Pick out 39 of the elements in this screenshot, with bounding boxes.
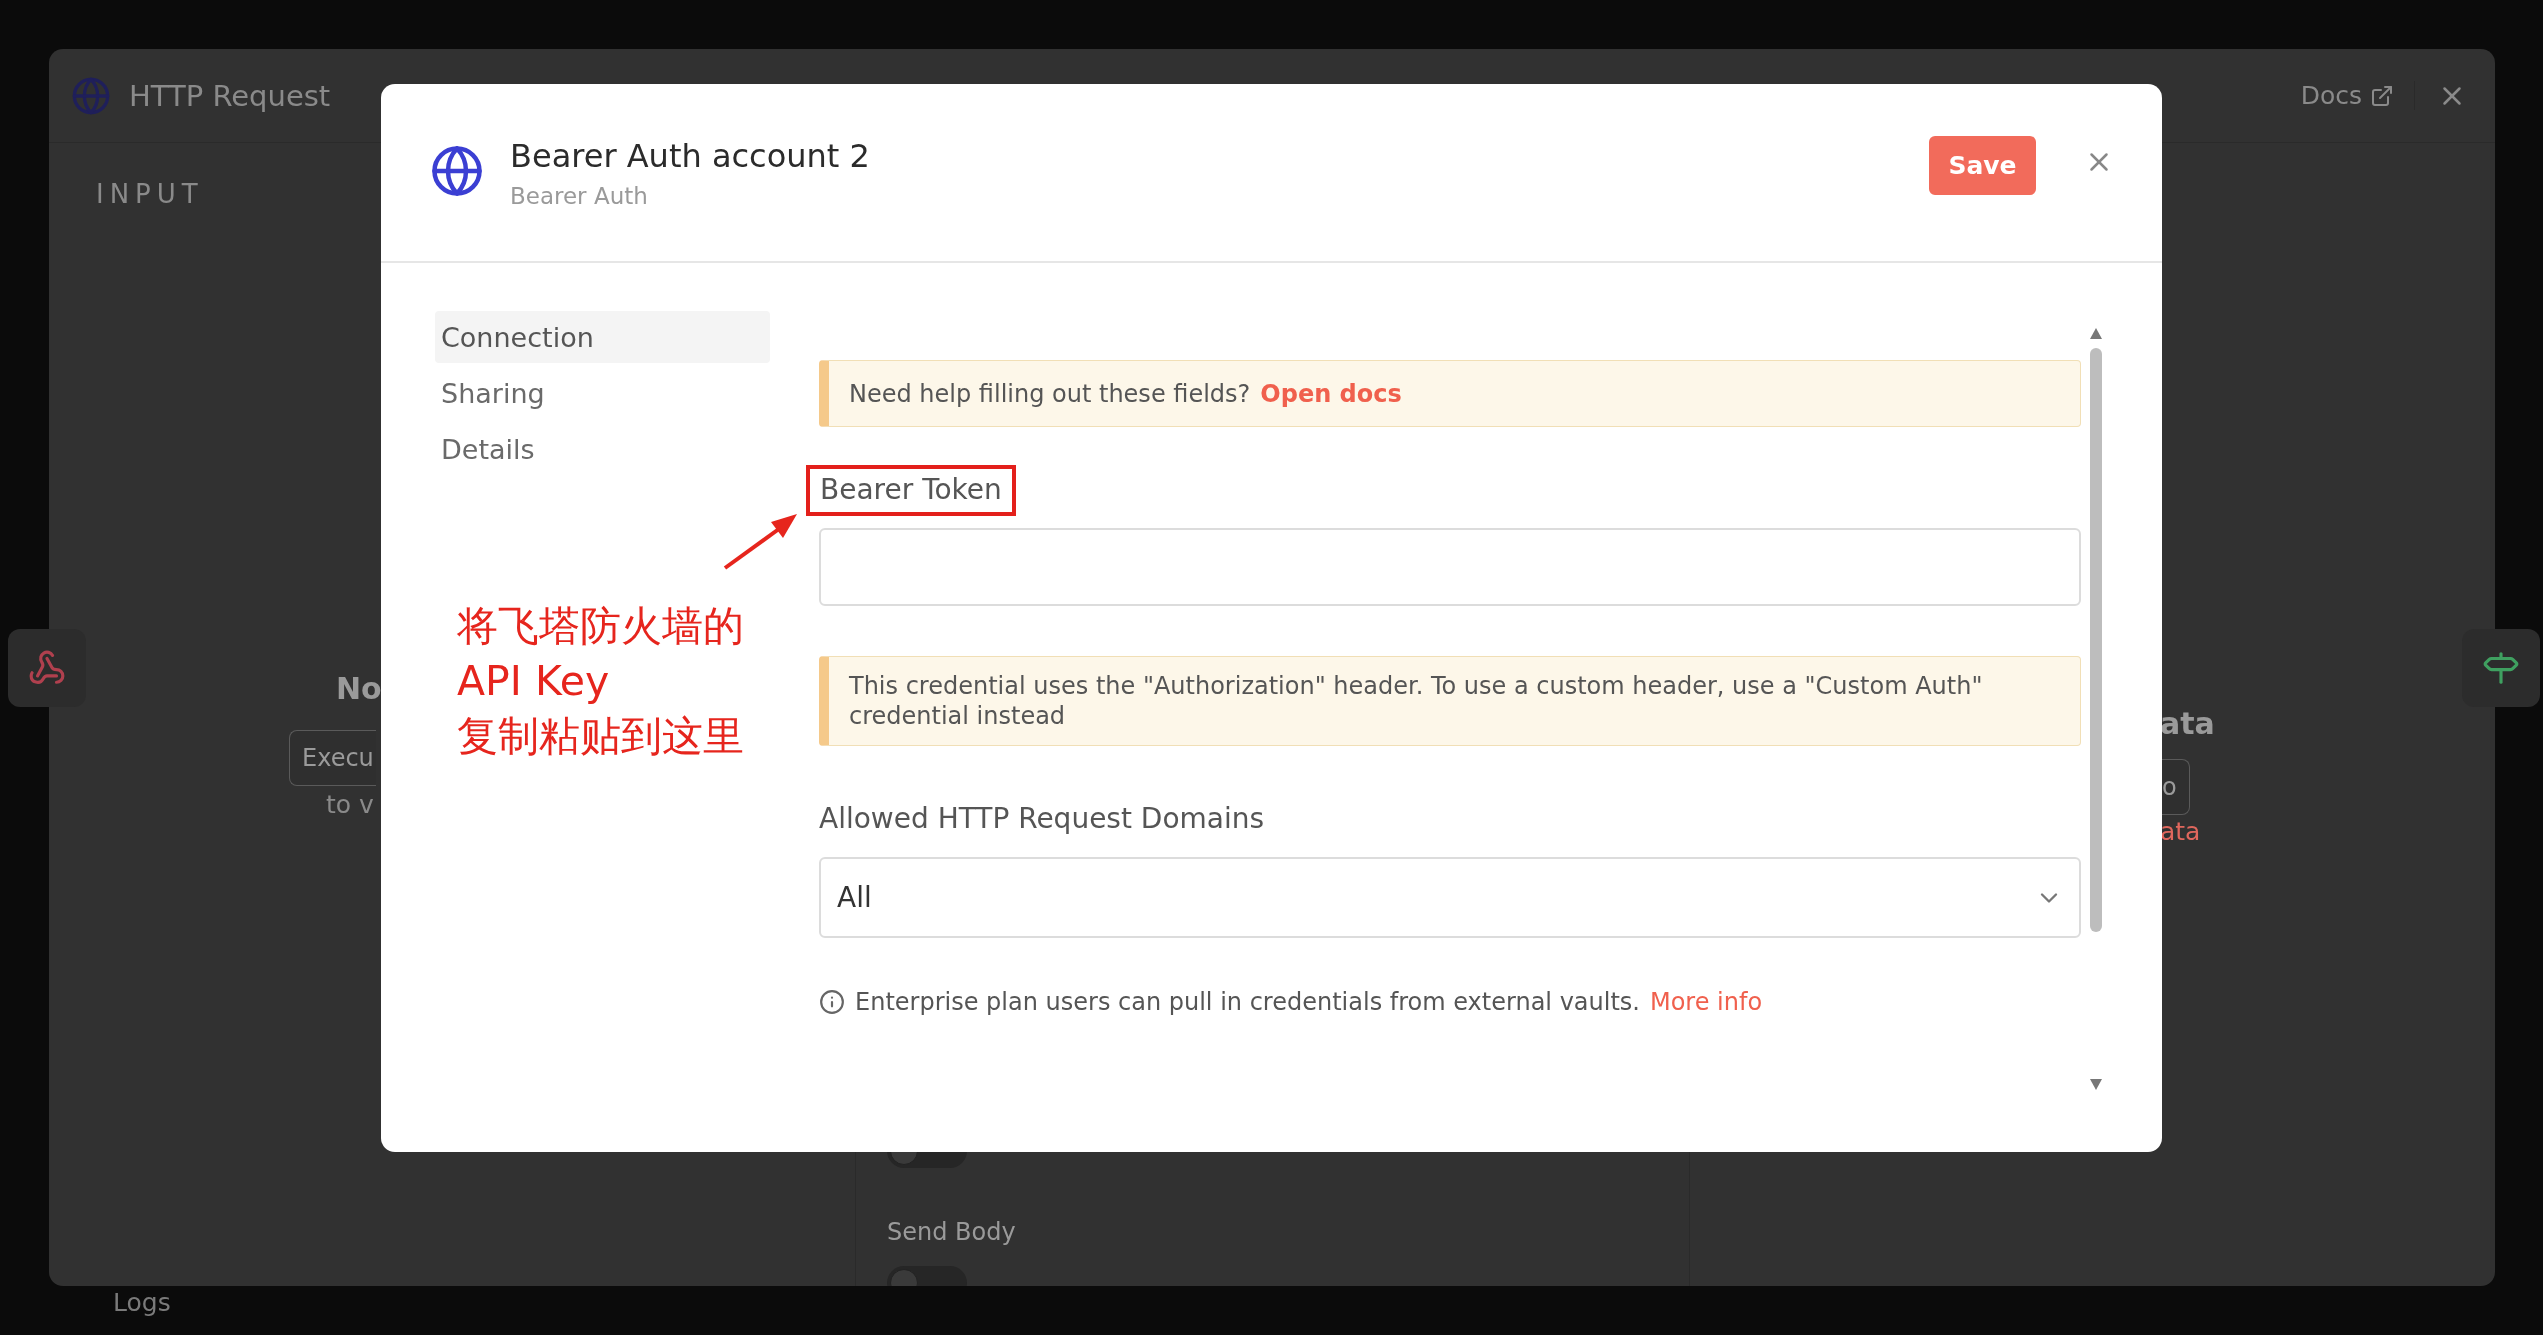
header-notice: This credential uses the "Authorization" header. To use a custom header, use a "Custom Auth" credential instead <box>819 656 2081 746</box>
info-icon <box>819 989 845 1015</box>
notice-text: Need help filling out these fields? <box>849 378 1251 409</box>
input-heading: INPUT <box>96 179 204 209</box>
dialog-subtitle: Bearer Auth <box>510 182 649 209</box>
globe-icon <box>71 75 111 116</box>
scrollbar[interactable] <box>2087 328 2105 1090</box>
output-button[interactable]: o <box>2160 759 2190 815</box>
select-value: All <box>837 881 872 914</box>
field-label: Bearer Token <box>820 473 1002 506</box>
external-link-icon <box>2370 83 2394 108</box>
open-docs-link[interactable]: Open docs <box>1260 378 1402 409</box>
parameter-label: Send Body <box>887 1218 1017 1246</box>
docs-link[interactable]: Docs <box>2300 81 2415 110</box>
domains-select[interactable]: All <box>819 857 2081 938</box>
panel-title: HTTP Request <box>129 78 332 113</box>
signpost-icon <box>2482 649 2520 687</box>
info-text: Enterprise plan users can pull in credentials from external vaults. <box>855 988 1640 1016</box>
signpost-tab[interactable] <box>2462 629 2540 707</box>
more-info-link[interactable]: More info <box>1649 988 1763 1016</box>
hint-text: to v <box>326 790 374 819</box>
annotation-text: 将飞塔防火墙的 <box>456 601 745 652</box>
empty-heading: ata <box>2160 706 2215 741</box>
annotation-text: 复制粘贴到这里 <box>456 711 745 762</box>
execute-button[interactable]: Execu <box>289 730 376 786</box>
save-button[interactable]: Save <box>1929 136 2036 195</box>
nav-tab[interactable]: Sharing <box>435 367 770 419</box>
globe-icon <box>430 143 484 198</box>
annotation-text: API Key <box>456 656 611 707</box>
webhook-tab[interactable] <box>8 629 86 707</box>
empty-heading: No <box>336 671 382 706</box>
field-label: Allowed HTTP Request Domains <box>819 802 1265 835</box>
nav-tab[interactable]: Details <box>435 423 770 475</box>
output-link[interactable]: ata <box>2160 817 2201 846</box>
webhook-icon <box>28 649 66 687</box>
token-input[interactable] <box>819 528 2081 606</box>
nav-tab[interactable]: Connection <box>435 311 770 363</box>
logs-label[interactable]: Logs <box>113 1288 171 1317</box>
dialog-title: Bearer Auth account 2 <box>510 136 871 175</box>
